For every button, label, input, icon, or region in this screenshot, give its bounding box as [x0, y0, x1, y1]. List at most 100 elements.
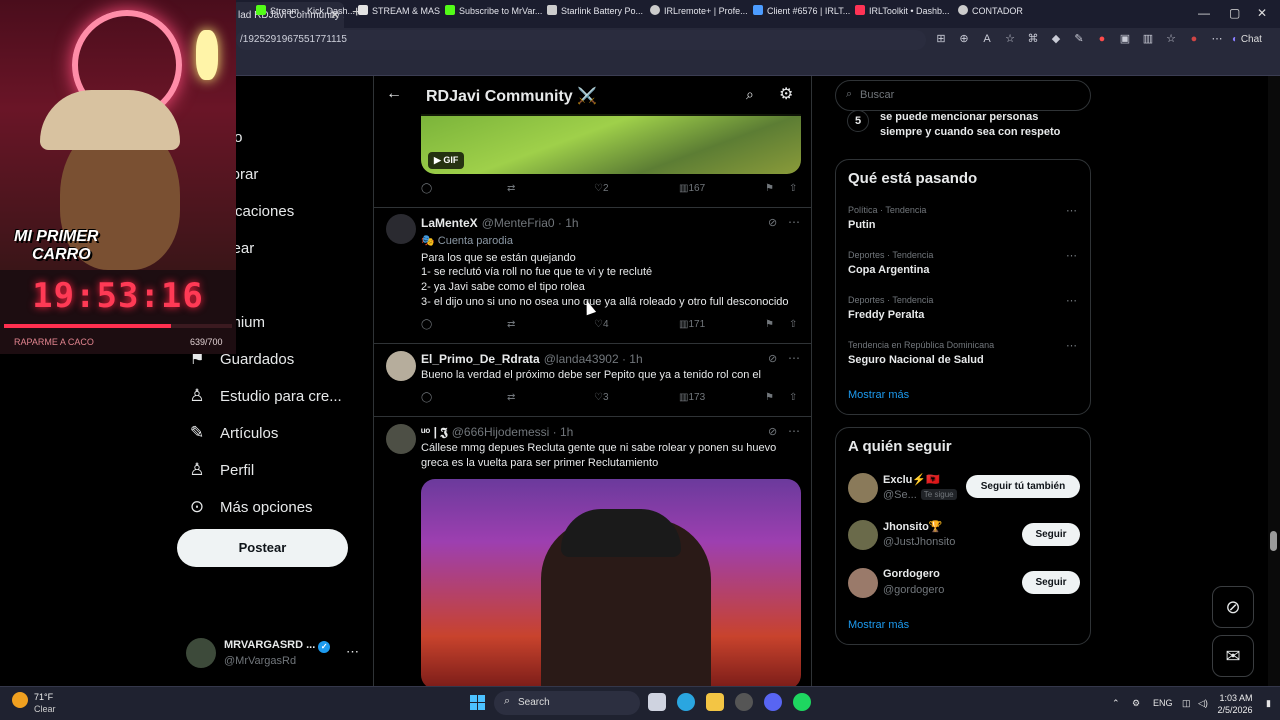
avatar[interactable]	[386, 351, 416, 381]
back-arrow-icon[interactable]: ←	[386, 85, 402, 103]
reply-icon[interactable]: ◯	[421, 392, 432, 403]
extension-icon[interactable]: ◆	[1049, 32, 1063, 46]
scrollbar-thumb[interactable]	[1270, 531, 1277, 551]
trend-item[interactable]: Freddy Peralta	[848, 309, 924, 321]
gif-media[interactable]: ▶ GIF	[421, 114, 801, 174]
like-button[interactable]: ♡ 4	[594, 319, 609, 330]
trend-item[interactable]: Copa Argentina	[848, 264, 930, 276]
show-more-link[interactable]: Mostrar más	[848, 389, 909, 401]
taskbar-search[interactable]: ⌕ Search	[494, 691, 640, 715]
clock-time[interactable]: 1:03 AM	[1218, 693, 1254, 703]
tray-app-icon[interactable]: ⚙	[1132, 698, 1140, 709]
gear-icon[interactable]: ⚙	[779, 84, 793, 104]
obs-icon[interactable]	[735, 693, 753, 711]
grok-float-icon[interactable]: ⊘	[1212, 586, 1254, 628]
reply-icon[interactable]: ◯	[421, 319, 432, 330]
zoom-icon[interactable]: ⊕	[957, 32, 971, 46]
bookmark-item[interactable]: IRLToolkit • Dashb...	[855, 5, 950, 16]
follow-button[interactable]: Seguir	[1022, 523, 1080, 546]
tweet-author[interactable]: ᵘᵒ | 𝕵 @666Hijodemessi · 1h	[421, 425, 573, 440]
post-button[interactable]: Postear	[177, 529, 348, 567]
task-view-icon[interactable]	[648, 693, 666, 711]
search-input[interactable]: ⌕ Buscar	[835, 80, 1091, 111]
wifi-icon[interactable]: ◫	[1182, 698, 1191, 709]
follow-name[interactable]: Exclu⚡🇦🇱	[883, 473, 940, 486]
more-icon[interactable]: ⋯	[346, 644, 359, 660]
more-icon[interactable]: ⋯	[1210, 32, 1224, 46]
extension-icon[interactable]: ⊞	[934, 32, 948, 46]
show-more-link[interactable]: Mostrar más	[848, 619, 909, 631]
language-indicator[interactable]: ENG	[1153, 698, 1173, 708]
retweet-icon[interactable]: ⇄	[507, 183, 515, 194]
follow-name[interactable]: Jhonsito🏆	[883, 520, 943, 533]
grok-icon[interactable]: ⊘	[768, 425, 777, 438]
more-icon[interactable]: ⋯	[1066, 339, 1077, 352]
close-window-icon[interactable]: ✕	[1257, 6, 1267, 20]
avatar[interactable]	[848, 473, 878, 503]
nav-profile[interactable]: ♙ Perfil	[186, 459, 254, 481]
views-button[interactable]: ▥ 171	[679, 319, 705, 330]
edge-icon[interactable]	[677, 693, 695, 711]
bookmark-item[interactable]: STREAM & MAS	[358, 5, 440, 16]
tweet-author[interactable]: El_Primo_De_Rdrata @landa43902 · 1h	[421, 352, 643, 366]
avatar[interactable]	[386, 214, 416, 244]
views-button[interactable]: ▥ 173	[679, 392, 705, 403]
share-icon[interactable]: ⇧	[789, 183, 797, 194]
reply-icon[interactable]: ◯	[421, 183, 432, 194]
weather-icon[interactable]	[12, 692, 28, 708]
grok-icon[interactable]: ⊘	[768, 216, 777, 229]
star-icon[interactable]: ☆	[1003, 32, 1017, 46]
share-icon[interactable]: ⇧	[789, 392, 797, 403]
tweet-author[interactable]: LaMenteX @MenteFria0 · 1h	[421, 216, 579, 230]
more-icon[interactable]: ⋯	[788, 215, 800, 229]
volume-icon[interactable]: ◁)	[1198, 698, 1208, 709]
like-button[interactable]: ♡ 2	[594, 183, 609, 194]
retweet-icon[interactable]: ⇄	[507, 392, 515, 403]
retweet-icon[interactable]: ⇄	[507, 319, 515, 330]
more-icon[interactable]: ⋯	[1066, 204, 1077, 217]
extension-icon[interactable]: ⌘	[1026, 32, 1040, 46]
search-icon[interactable]: ⌕	[746, 86, 754, 103]
share-icon[interactable]: ⇧	[789, 319, 797, 330]
tweet-video[interactable]	[421, 479, 801, 686]
bookmark-item[interactable]: Client #6576 | IRLT...	[753, 5, 850, 16]
bookmark-icon[interactable]: ⚑	[765, 319, 774, 330]
extension-icon[interactable]: ●	[1095, 32, 1109, 46]
split-screen-icon[interactable]: ▥	[1141, 32, 1155, 46]
nav-articles[interactable]: ✎ Artículos	[186, 422, 278, 444]
read-aloud-icon[interactable]: A	[980, 32, 994, 46]
views-button[interactable]: ▥ 167	[679, 183, 705, 194]
follow-back-button[interactable]: Seguir tú también	[966, 475, 1080, 498]
avatar[interactable]	[386, 424, 416, 454]
more-icon[interactable]: ⋯	[1066, 294, 1077, 307]
nav-more[interactable]: ⊙ Más opciones	[186, 496, 313, 518]
grok-icon[interactable]: ⊘	[768, 352, 777, 365]
follow-name[interactable]: Gordogero	[883, 568, 940, 580]
extension-icon[interactable]: ✎	[1072, 32, 1086, 46]
bookmark-icon[interactable]: ⚑	[765, 392, 774, 403]
avatar[interactable]	[848, 568, 878, 598]
extension-icon[interactable]: ▣	[1118, 32, 1132, 46]
file-explorer-icon[interactable]	[706, 693, 724, 711]
tray-chevron-icon[interactable]: ⌃	[1112, 698, 1120, 709]
notification-icon[interactable]: ▮	[1266, 698, 1271, 709]
bookmark-item[interactable]: Stream - Kick Dash...	[256, 5, 355, 16]
page-scrollbar[interactable]	[1268, 76, 1280, 686]
trend-item[interactable]: Seguro Nacional de Salud	[848, 354, 984, 366]
maximize-icon[interactable]: ▢	[1229, 6, 1240, 20]
like-button[interactable]: ♡ 3	[594, 392, 609, 403]
url-field[interactable]: /1925291967551771115	[236, 30, 926, 50]
nav-creator-studio[interactable]: ♙ Estudio para cre...	[186, 385, 341, 407]
bookmark-item[interactable]: Subscribe to MrVar...	[445, 5, 542, 16]
avatar[interactable]	[848, 520, 878, 550]
copilot-chat-button[interactable]: ◐ Chat	[1232, 31, 1274, 49]
favorites-icon[interactable]: ☆	[1164, 32, 1178, 46]
discord-icon[interactable]	[764, 693, 782, 711]
spotify-icon[interactable]	[793, 693, 811, 711]
more-icon[interactable]: ⋯	[1066, 249, 1077, 262]
clock-date[interactable]: 2/5/2026	[1214, 705, 1256, 715]
account-switcher[interactable]: MRVARGASRD ... ✓ @MrVargasRd ⋯	[186, 636, 361, 672]
start-icon[interactable]	[470, 695, 485, 710]
trend-item[interactable]: Putin	[848, 219, 876, 231]
more-icon[interactable]: ⋯	[788, 351, 800, 365]
